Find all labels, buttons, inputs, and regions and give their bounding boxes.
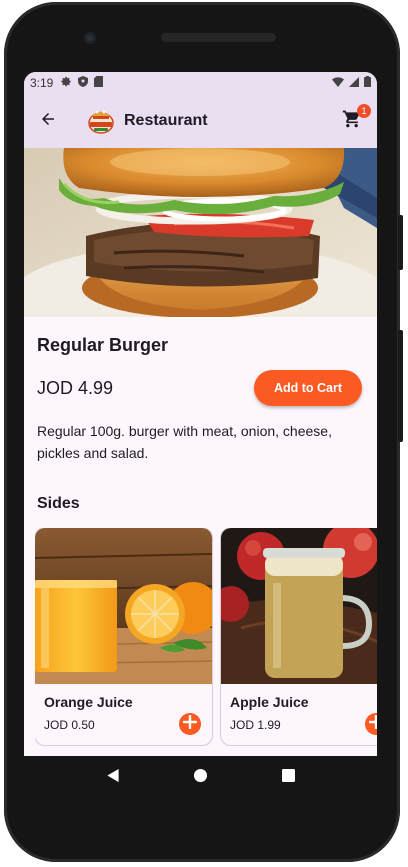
power-button <box>398 330 403 442</box>
cart-count-badge: 1 <box>357 104 371 118</box>
settings-icon <box>61 76 72 90</box>
add-side-button[interactable] <box>365 713 377 735</box>
plus-icon <box>182 714 198 734</box>
side-card-orange-juice[interactable]: Orange Juice JOD 0.50 <box>35 528 212 745</box>
app-screen: 3:19 Restaurant 1 Regular Burger JOD 4.9… <box>24 72 377 756</box>
side-item-name: Orange Juice <box>44 694 133 710</box>
product-name: Regular Burger <box>37 335 169 355</box>
battery-icon <box>364 76 371 90</box>
front-camera <box>84 32 96 44</box>
apple-juice-image <box>221 528 377 684</box>
product-description: Regular 100g. burger with meat, onion, c… <box>37 423 332 461</box>
nav-home-icon[interactable] <box>193 768 208 788</box>
app-title: Restaurant <box>124 112 208 129</box>
side-item-price: JOD 1.99 <box>230 718 281 732</box>
sides-heading: Sides <box>37 495 80 512</box>
system-nav-bar <box>24 756 377 800</box>
side-card-apple-juice[interactable]: Apple Juice JOD 1.99 <box>221 528 377 745</box>
back-button[interactable] <box>24 97 72 145</box>
side-item-name: Apple Juice <box>230 694 309 710</box>
cart-button[interactable]: 1 <box>339 104 371 134</box>
add-to-cart-button[interactable]: Add to Cart <box>254 370 362 406</box>
status-time: 3:19 <box>30 76 54 90</box>
add-side-button[interactable] <box>179 713 201 735</box>
sd-card-icon <box>94 76 104 90</box>
wifi-icon <box>332 76 344 90</box>
orange-juice-image <box>35 528 212 684</box>
product-price: JOD 4.99 <box>37 378 114 398</box>
restaurant-logo-icon <box>86 106 116 136</box>
nav-recents-icon[interactable] <box>282 769 296 787</box>
back-arrow-icon <box>39 110 57 133</box>
shield-icon <box>78 76 89 90</box>
product-image <box>24 148 377 317</box>
plus-icon <box>368 714 377 734</box>
app-bar: Restaurant 1 <box>24 94 377 148</box>
volume-button <box>398 215 403 270</box>
signal-icon <box>349 76 359 90</box>
nav-back-icon[interactable] <box>106 768 120 788</box>
status-bar: 3:19 <box>24 72 377 94</box>
sides-carousel[interactable]: Orange Juice JOD 0.50 Apple Juice JOD 1.… <box>35 528 377 746</box>
side-item-price: JOD 0.50 <box>44 718 95 732</box>
earpiece-speaker <box>161 33 276 42</box>
